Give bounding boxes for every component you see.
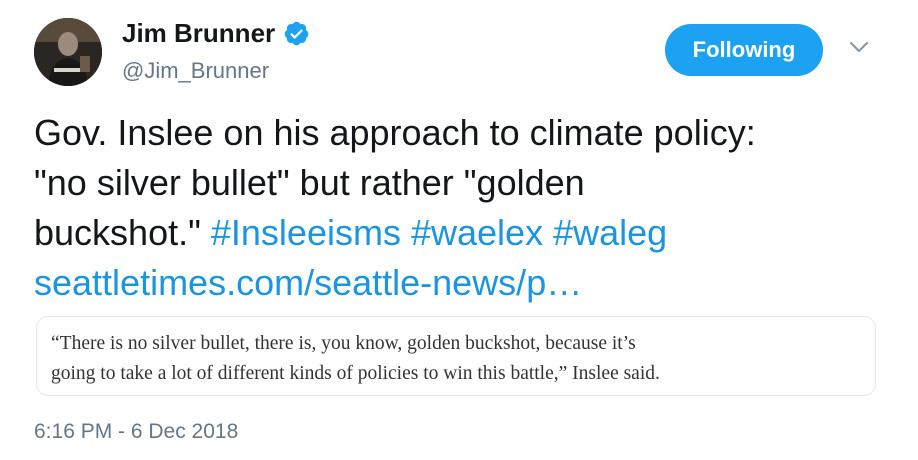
quote-line: “There is no silver bullet, there is, yo…	[51, 333, 636, 354]
user-handle[interactable]: @Jim_Brunner	[122, 58, 269, 84]
user-name-row: Jim Brunner	[122, 18, 310, 49]
tweet-text-segment: buckshot."	[34, 212, 201, 253]
hashtag-link[interactable]: #waelex	[411, 212, 543, 253]
tweet-text: Gov. Inslee on his approach to climate p…	[34, 108, 894, 308]
user-name[interactable]: Jim Brunner	[122, 18, 275, 49]
tweet-url-line: seattletimes.com/seattle-news/p…	[34, 258, 894, 308]
avatar[interactable]	[34, 18, 102, 86]
tweet-text-line: "no silver bullet" but rather "golden	[34, 162, 585, 203]
quote-card[interactable]: “There is no silver bullet, there is, yo…	[36, 316, 876, 396]
tweet-url-link[interactable]: seattletimes.com/seattle-news/p…	[34, 262, 582, 303]
avatar-photo	[34, 18, 102, 86]
chevron-down-icon[interactable]	[848, 40, 870, 54]
hashtag-link[interactable]: #waleg	[553, 212, 667, 253]
quote-line: going to take a lot of different kinds o…	[51, 363, 660, 384]
tweet-text-line: buckshot." #Insleeisms #waelex #waleg	[34, 208, 894, 258]
following-button[interactable]: Following	[665, 24, 823, 76]
verified-badge-icon	[284, 21, 309, 46]
tweet-timestamp[interactable]: 6:16 PM - 6 Dec 2018	[34, 420, 238, 444]
hashtag-link[interactable]: #Insleeisms	[211, 212, 401, 253]
tweet-text-line: Gov. Inslee on his approach to climate p…	[34, 112, 756, 153]
